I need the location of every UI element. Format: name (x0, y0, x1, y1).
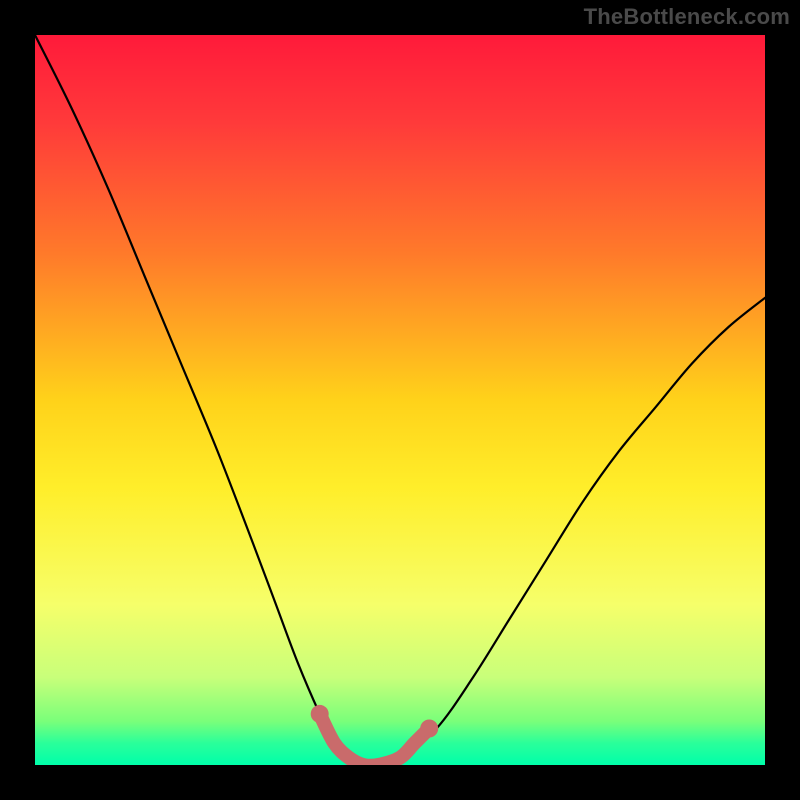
plot-area (35, 35, 765, 765)
watermark-text: TheBottleneck.com (584, 4, 790, 30)
chart-frame: TheBottleneck.com (0, 0, 800, 800)
bottleneck-chart (35, 35, 765, 765)
highlight-endpoint (420, 720, 438, 738)
gradient-background (35, 35, 765, 765)
highlight-endpoint (311, 705, 329, 723)
